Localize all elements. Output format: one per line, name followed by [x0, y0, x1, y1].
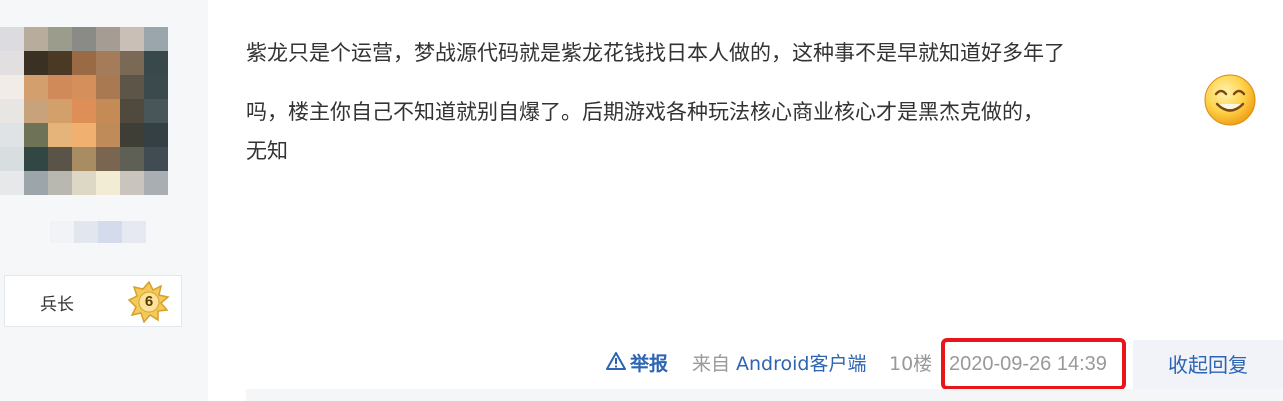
rank-box[interactable]: 兵长 6: [4, 275, 182, 327]
avatar[interactable]: [0, 27, 168, 195]
source-client-link[interactable]: Android客户端: [736, 348, 866, 380]
report-link[interactable]: 举报: [606, 348, 668, 380]
reply-area: [246, 389, 1283, 401]
warning-icon: [606, 348, 626, 380]
rank-level: 6: [144, 293, 154, 310]
post-line: 无知: [246, 139, 288, 163]
username[interactable]: [50, 221, 146, 243]
report-label: 举报: [630, 353, 669, 375]
post-content: 紫龙只是个运营，梦战源代码就是紫龙花钱找日本人做的，这种事不是早就知道好多年了 …: [246, 34, 1231, 171]
time-highlight-box: [941, 338, 1126, 390]
post-line: 紫龙只是个运营，梦战源代码就是紫龙花钱找日本人做的，这种事不是早就知道好多年了: [246, 41, 1065, 65]
author-sidebar: 兵长 6: [0, 0, 208, 401]
toggle-reply-button[interactable]: 收起回复: [1133, 340, 1283, 390]
rank-title: 兵长: [40, 295, 74, 315]
post-line: 吗，楼主你自己不知道就别自爆了。后期游戏各种玩法核心商业核心才是黑杰克做的，: [246, 100, 1044, 124]
source-prefix: 来自: [692, 353, 731, 375]
rank-badge-icon: 6: [127, 280, 170, 324]
floor-number: 10楼: [889, 353, 933, 375]
smiley-emoji-icon: [1203, 73, 1257, 127]
